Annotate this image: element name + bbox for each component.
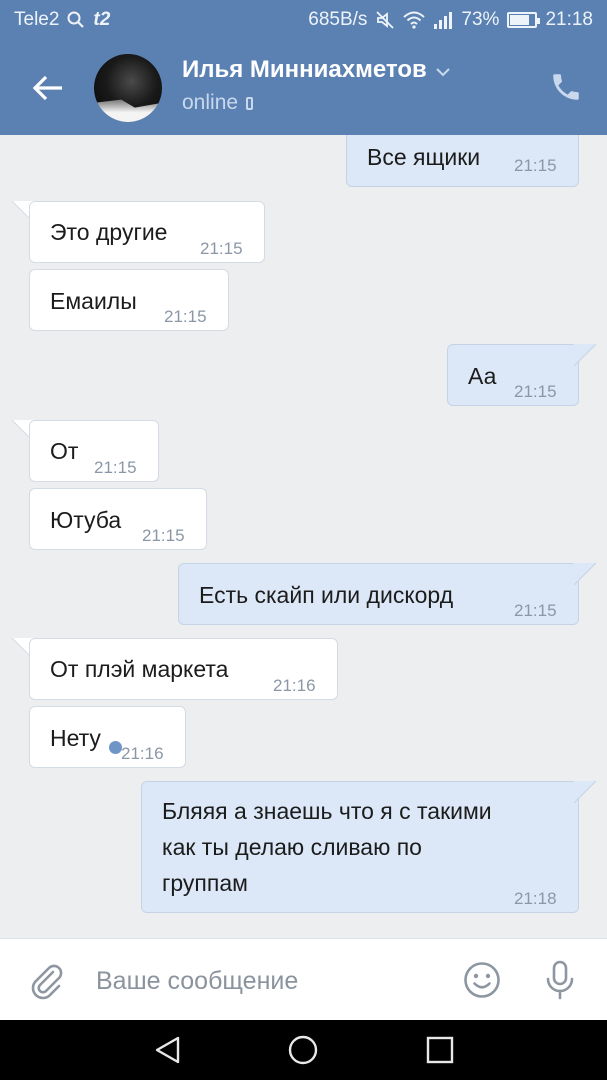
message-line: как ты делаю сливаю по: [162, 834, 422, 860]
message-time: 21:15: [94, 458, 137, 477]
message-line: Бляяя а знаешь что я с такими: [162, 798, 492, 824]
wifi-icon: [403, 11, 426, 29]
message-incoming[interactable]: От плэй маркета 21:16: [29, 638, 338, 700]
message-time: 21:15: [142, 526, 185, 545]
battery-percent: 73%: [461, 9, 500, 30]
mute-icon: [375, 10, 395, 30]
message-input[interactable]: [96, 961, 436, 1001]
message-outgoing[interactable]: Аа 21:15: [447, 344, 579, 406]
contact-name: Илья Минниахметов: [182, 56, 451, 84]
top-bar: Tele2 t2 685B/s 73% 21:18 Илья Минниахме…: [0, 0, 607, 135]
message-text: Все ящики: [367, 144, 481, 170]
presence-status: online: [182, 91, 451, 115]
message-text: От плэй маркета: [50, 656, 229, 682]
message-time: 21:15: [514, 601, 557, 620]
message-composer: [0, 938, 607, 1020]
message-time: 21:18: [514, 889, 557, 908]
mobile-device-icon: [246, 96, 254, 110]
network-speed: 685B/s: [308, 9, 368, 30]
message-time: 21:15: [200, 239, 243, 258]
message-text: Есть скайп или дискорд: [199, 582, 454, 608]
triangle-back-icon[interactable]: [152, 1034, 184, 1066]
square-recents-icon[interactable]: [424, 1034, 456, 1066]
bubble-tail: [574, 563, 596, 585]
signal-icon: [433, 11, 453, 29]
microphone-icon[interactable]: [540, 959, 580, 1001]
carrier-label: Tele2: [14, 9, 60, 30]
message-time: 21:15: [164, 307, 207, 326]
message-incoming[interactable]: От 21:15: [29, 420, 159, 482]
contact-name-label: Илья Минниахметов: [182, 56, 427, 83]
status-left: Tele2 t2: [14, 9, 110, 31]
presence-label: online: [182, 91, 239, 114]
arrow-left-icon[interactable]: [30, 70, 66, 106]
message-time: 21:16: [121, 744, 164, 763]
paperclip-icon[interactable]: [26, 960, 66, 1000]
message-text: Нету: [50, 725, 101, 751]
avatar[interactable]: [94, 54, 162, 122]
message-time: 21:15: [514, 156, 557, 175]
message-outgoing[interactable]: Есть скайп или дискорд 21:15: [178, 563, 579, 625]
message-outgoing[interactable]: Все ящики 21:15: [346, 135, 579, 187]
message-outgoing[interactable]: Бляяя а знаешь что я с такими как ты дел…: [141, 781, 579, 913]
chevron-down-icon: [435, 56, 451, 84]
message-incoming[interactable]: Ютуба 21:15: [29, 488, 207, 550]
circle-home-icon[interactable]: [287, 1034, 319, 1066]
message-text: Это другие: [50, 219, 168, 245]
phone-icon[interactable]: [549, 70, 583, 104]
system-navigation-bar: [0, 1020, 607, 1080]
message-incoming[interactable]: Емаилы 21:15: [29, 269, 229, 331]
battery-icon: [507, 12, 541, 28]
bubble-tail: [574, 781, 596, 803]
contact-info[interactable]: Илья Минниахметов online: [182, 56, 451, 115]
message-incoming[interactable]: Нету 21:16: [29, 706, 186, 768]
status-bar: Tele2 t2 685B/s 73% 21:18: [0, 0, 607, 40]
message-line: группам: [162, 870, 248, 896]
message-list[interactable]: Все ящики 21:15 Это другие 21:15 Емаилы …: [0, 135, 607, 938]
message-text: Емаилы: [50, 288, 137, 314]
message-text: От: [50, 438, 79, 464]
chat-header: Илья Минниахметов online: [0, 40, 607, 135]
unread-indicator: [109, 741, 122, 754]
message-text: Аа: [468, 363, 497, 389]
search-icon: [67, 11, 85, 29]
clock: 21:18: [545, 9, 593, 30]
status-right: 685B/s 73% 21:18: [308, 9, 593, 31]
message-text: Ютуба: [50, 507, 122, 533]
carrier-logo: t2: [93, 9, 111, 30]
message-time: 21:15: [514, 382, 557, 401]
bubble-tail: [574, 344, 596, 366]
smile-icon[interactable]: [462, 960, 502, 1000]
message-incoming[interactable]: Это другие 21:15: [29, 201, 265, 263]
message-time: 21:16: [273, 676, 316, 695]
